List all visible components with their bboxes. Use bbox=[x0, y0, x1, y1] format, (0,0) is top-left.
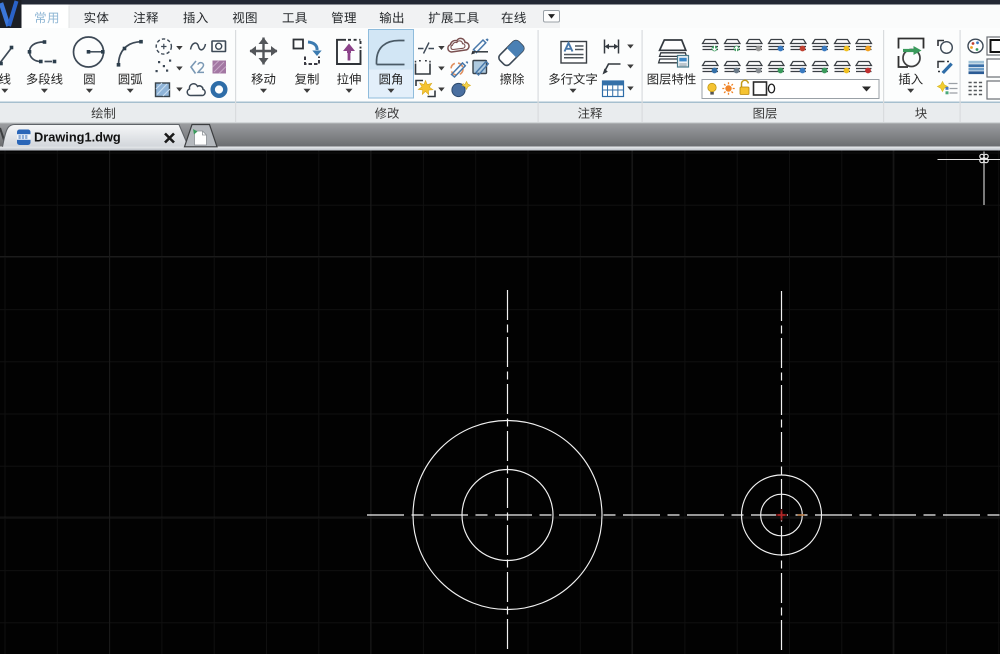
svg-text:Drawing1.dwg: Drawing1.dwg bbox=[34, 130, 121, 145]
